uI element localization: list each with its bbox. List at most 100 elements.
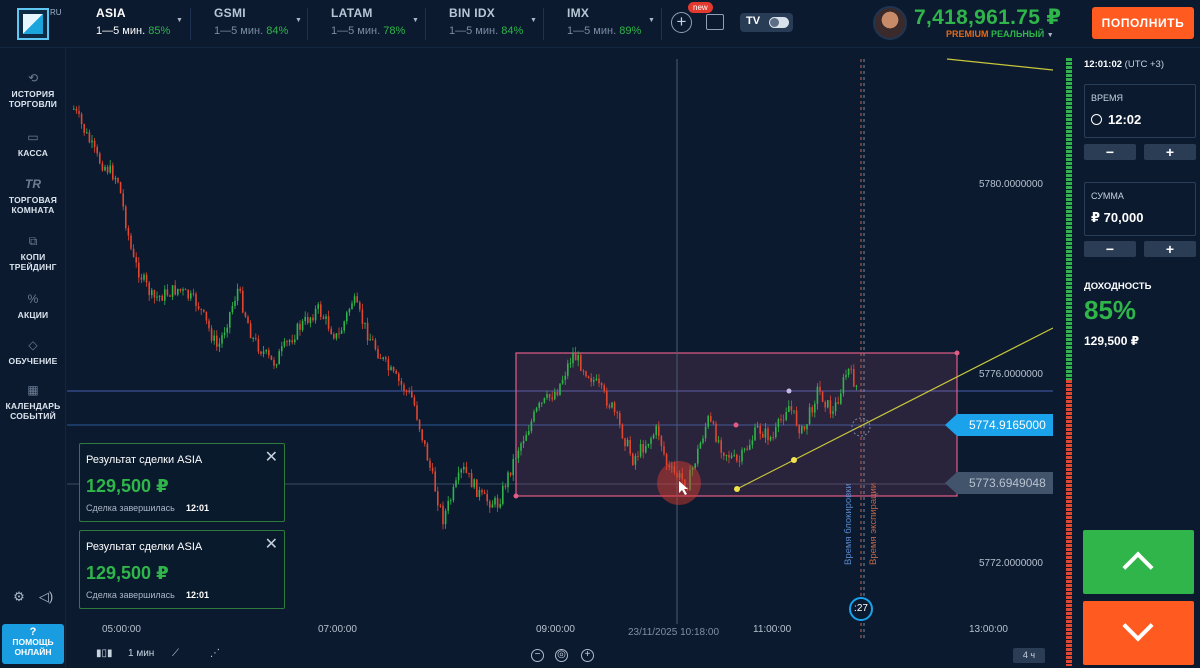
candle <box>343 321 345 331</box>
candle <box>405 390 408 392</box>
asset-tab-imx[interactable]: IMX 1—5 мин. 89% ▼ <box>567 6 655 42</box>
candle <box>86 132 88 134</box>
trade-result-toast: Результат сделки ASIA 129,500 ₽ Сделка з… <box>79 530 285 609</box>
asset-tab-latam[interactable]: LATAM 1—5 мин. 78% ▼ <box>331 6 419 42</box>
divider <box>543 8 544 40</box>
candle <box>600 383 603 386</box>
reset-zoom-icon[interactable]: ◎ <box>555 649 568 662</box>
candle <box>104 166 106 171</box>
candle <box>665 453 668 466</box>
candle <box>301 321 304 330</box>
candle <box>645 445 647 453</box>
candle <box>353 296 356 304</box>
close-icon[interactable]: ✕ <box>265 447 278 467</box>
y-axis-label: 5776.0000000 <box>979 369 1043 380</box>
amount-decrease-button[interactable]: − <box>1084 241 1136 257</box>
account-balance[interactable]: 7,418,961.75 ₽ <box>914 5 1061 30</box>
candle <box>252 337 254 339</box>
expiry-timer: :27 <box>849 597 873 621</box>
candle <box>738 460 741 462</box>
tradingview-toggle[interactable]: TV <box>740 13 793 32</box>
sell-down-button[interactable] <box>1083 601 1194 665</box>
candle <box>780 419 782 421</box>
candle <box>593 380 595 382</box>
logo[interactable] <box>17 8 49 40</box>
avatar[interactable] <box>873 6 907 40</box>
gear-icon[interactable]: ⚙ <box>11 589 27 605</box>
candle <box>166 289 169 296</box>
time-increase-button[interactable]: + <box>1144 144 1196 160</box>
logo-region: RU <box>50 8 62 17</box>
candle <box>707 416 709 427</box>
candles-icon[interactable]: ▮▯▮ <box>96 648 113 659</box>
candle <box>171 285 174 297</box>
candle <box>408 391 410 393</box>
chevron-up-icon <box>1122 551 1154 583</box>
buy-up-button[interactable] <box>1083 530 1194 594</box>
drawing-tools-icon[interactable]: ⋰ <box>210 648 220 659</box>
candle <box>127 228 130 236</box>
close-icon[interactable]: ✕ <box>265 534 278 554</box>
candle <box>499 503 501 508</box>
candle <box>613 402 616 413</box>
sidebar-item-cashier[interactable]: ▭ КАССА <box>0 129 66 158</box>
candle <box>333 334 335 339</box>
timeframe-button[interactable]: 1 мин <box>128 648 154 659</box>
chevron-down-icon[interactable]: ▼ <box>412 17 419 24</box>
amount-increase-button[interactable]: + <box>1144 241 1196 257</box>
add-asset-button[interactable]: + <box>671 12 692 33</box>
zoom-in-icon[interactable]: + <box>581 649 594 662</box>
candle <box>717 440 720 442</box>
candle <box>548 394 551 398</box>
asset-tab-gsmi[interactable]: GSMI 1—5 мин. 84% ▼ <box>214 6 302 42</box>
candle <box>629 439 631 454</box>
divider <box>307 8 308 40</box>
time-decrease-button[interactable]: − <box>1084 144 1136 160</box>
sidebar-item-education[interactable]: ◇ ОБУЧЕНИЕ <box>0 337 66 366</box>
account-type-selector[interactable]: PREMIUM РЕАЛЬНЫЙ ▼ <box>946 29 1054 39</box>
ruler-icon[interactable]: ⟋ <box>172 648 179 659</box>
chevron-down-icon[interactable]: ▼ <box>530 17 537 24</box>
sidebar-item-promo[interactable]: % АКЦИИ <box>0 291 66 320</box>
candle <box>720 440 722 453</box>
line-price-tag: 5773.6949048 <box>945 472 1053 494</box>
candle <box>291 340 293 343</box>
y-axis-label: 5772.0000000 <box>979 558 1043 569</box>
asset-tab-bin-idx[interactable]: BIN IDX 1—5 мин. 84% ▼ <box>449 6 537 42</box>
candle <box>650 438 652 444</box>
sidebar-item-history[interactable]: ⟲ ИСТОРИЯ ТОРГОВЛИ <box>0 70 66 109</box>
zoom-out-icon[interactable]: − <box>531 649 544 662</box>
candle <box>561 379 564 384</box>
chevron-down-icon[interactable]: ▼ <box>295 17 302 24</box>
layout-icon[interactable] <box>706 14 724 30</box>
sidebar-item-label: АКЦИИ <box>17 310 49 320</box>
deposit-button[interactable]: ПОПОЛНИТЬ <box>1092 7 1194 39</box>
asset-tab-asia[interactable]: ASIA 1—5 мин. 85% ▼ <box>96 6 183 42</box>
candle <box>808 407 811 425</box>
candle <box>257 339 260 352</box>
speaker-icon[interactable]: ◁) <box>38 589 54 605</box>
sidebar-item-calendar[interactable]: ▦ КАЛЕНДАРЬ СОБЫТИЙ <box>0 382 66 421</box>
candle <box>379 358 382 360</box>
candle <box>348 309 351 313</box>
candle <box>619 413 621 425</box>
chevron-down-icon[interactable]: ▼ <box>176 17 183 24</box>
sidebar-item-trading-room[interactable]: TR ТОРГОВАЯ КОМНАТА <box>0 176 66 215</box>
candle <box>855 385 858 387</box>
period-button[interactable]: 4 ч <box>1013 648 1045 663</box>
candle <box>845 375 847 378</box>
candle <box>491 504 494 508</box>
candle <box>603 385 605 391</box>
amount-field[interactable]: СУММА ₽ 70,000 <box>1084 182 1196 236</box>
candle <box>486 493 488 502</box>
candle <box>223 332 226 336</box>
candle <box>798 425 800 434</box>
candle <box>775 426 777 438</box>
candle <box>374 340 377 350</box>
expiry-time-field[interactable]: ВРЕМЯ 12:02 <box>1084 84 1196 138</box>
help-online-button[interactable]: ? ПОМОЩЬ ОНЛАЙН <box>2 624 64 664</box>
chevron-down-icon[interactable]: ▼ <box>648 17 655 24</box>
toast-status: Сделка завершилась <box>86 503 175 513</box>
sidebar-item-copy-trading[interactable]: ⧉ КОПИ ТРЕЙДИНГ <box>0 233 66 272</box>
candle <box>390 367 392 371</box>
